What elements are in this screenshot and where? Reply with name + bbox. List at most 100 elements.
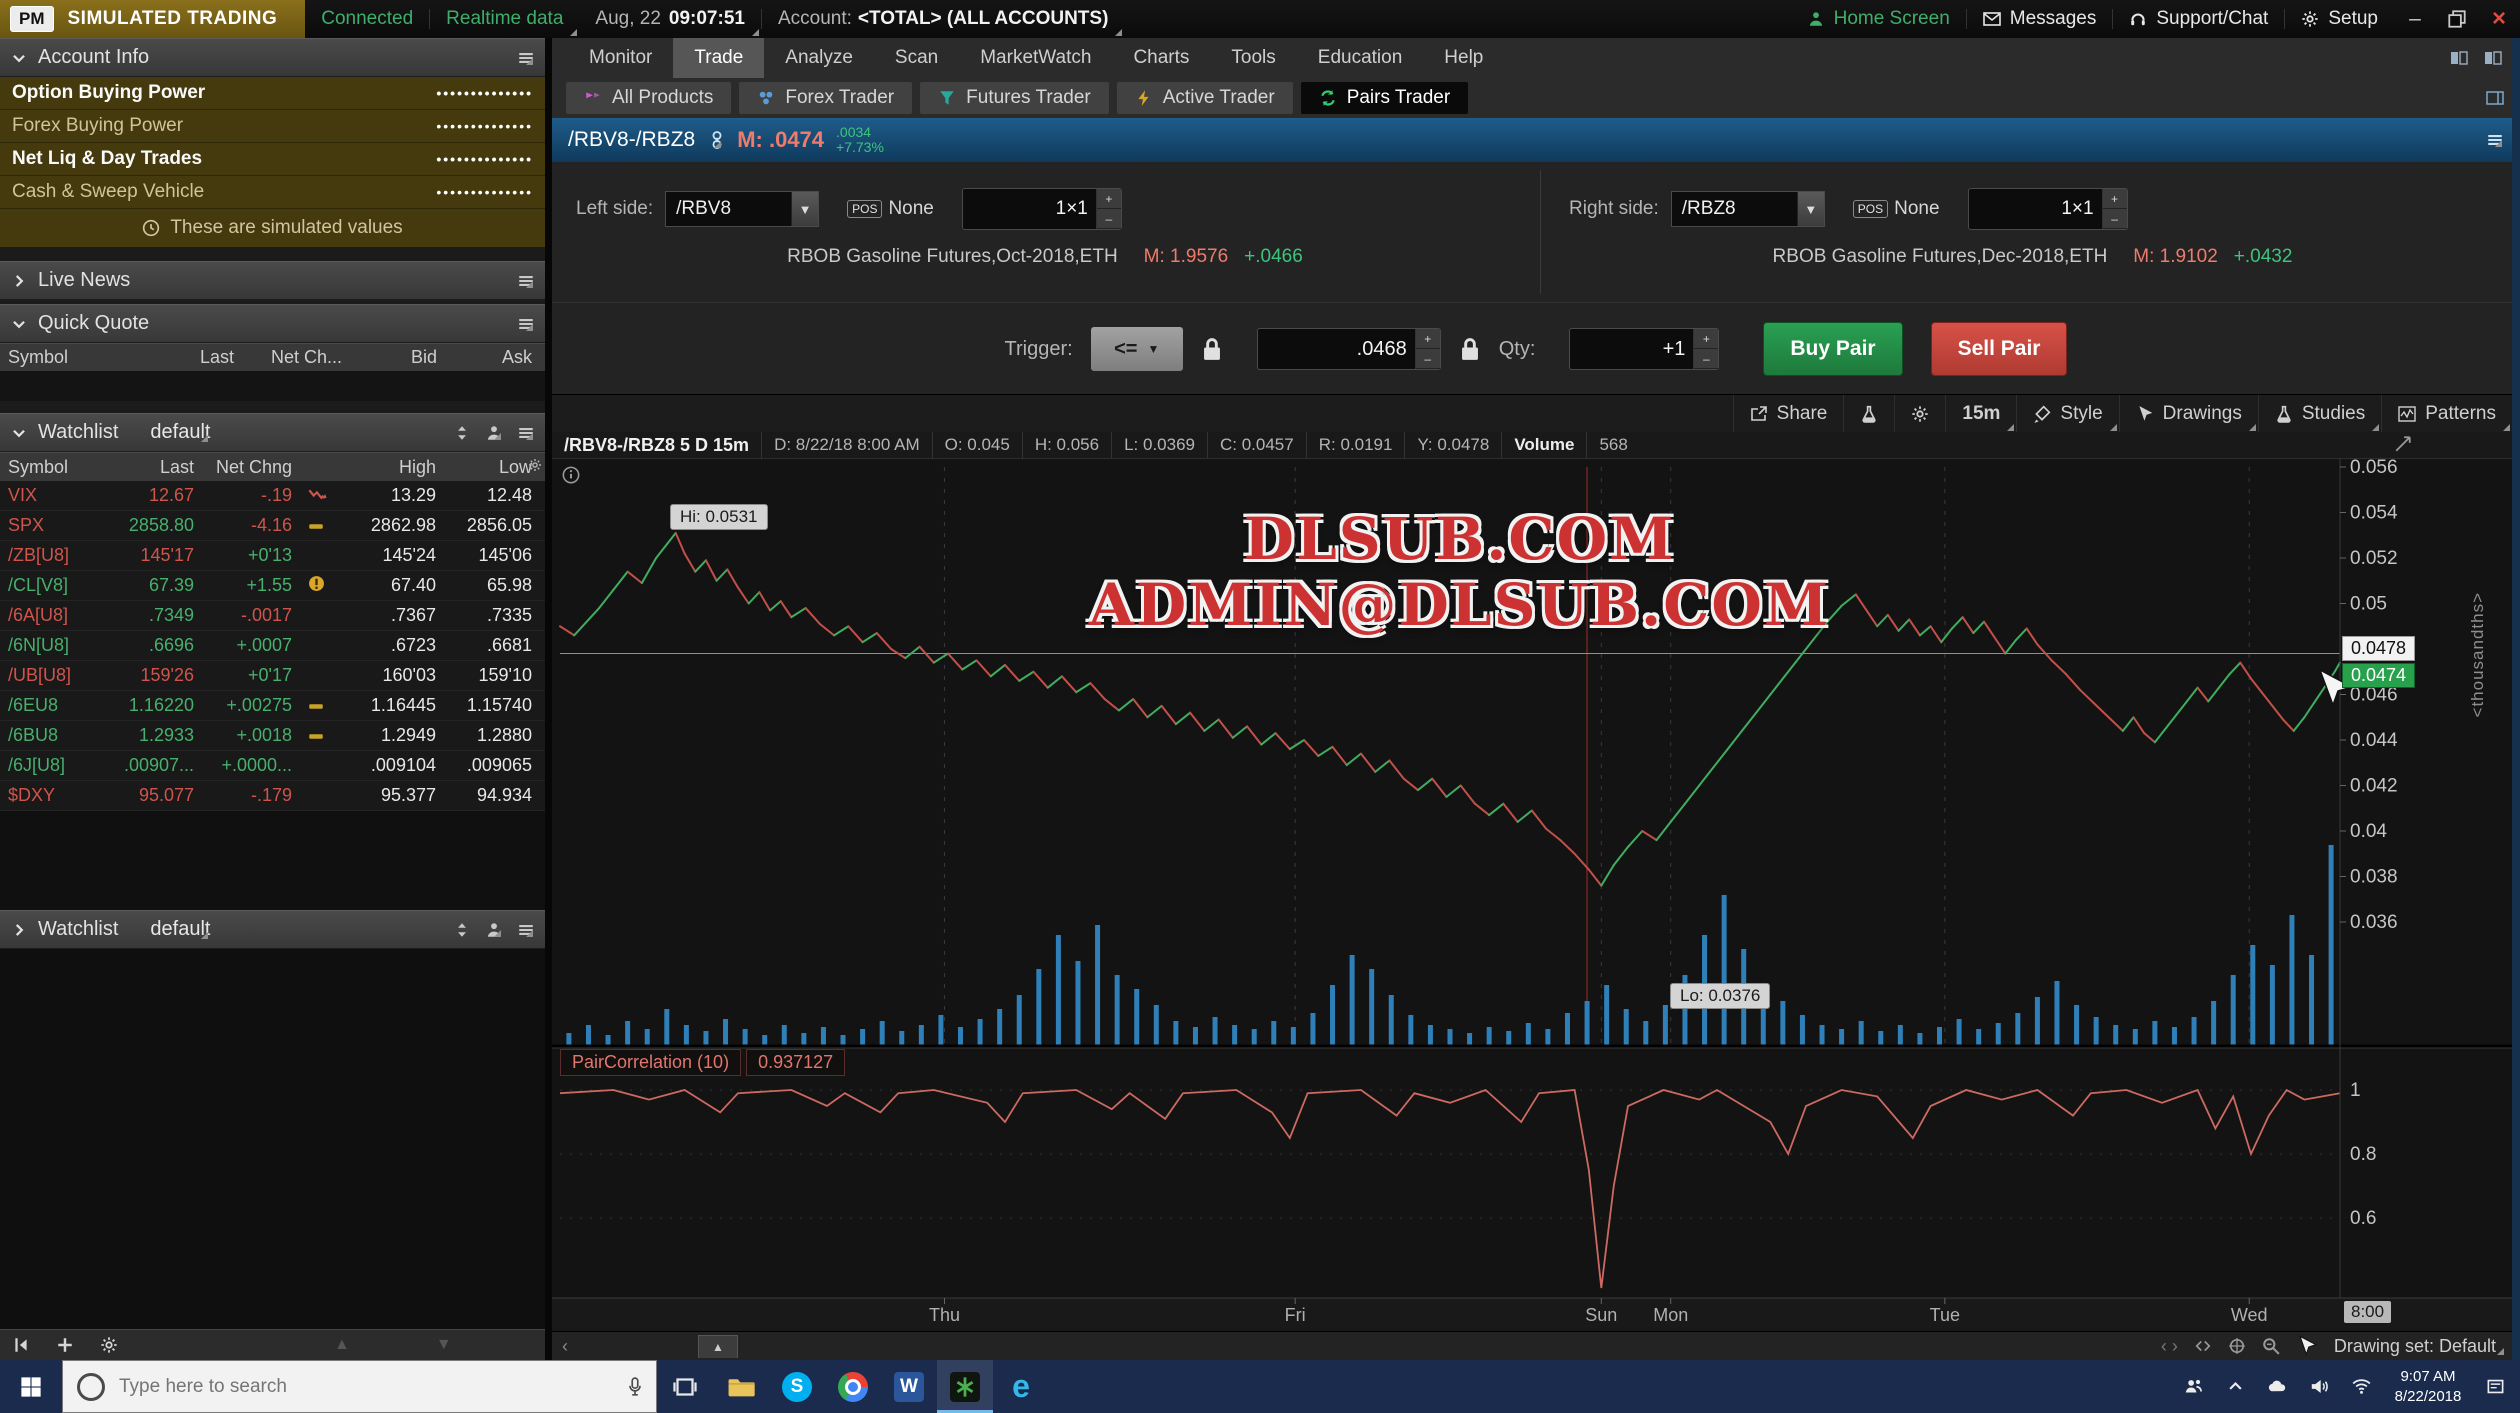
- watchlist2-header[interactable]: Watchlist default: [0, 910, 545, 949]
- watchlist-row-6eu8[interactable]: /6EU81.16220+.002751.164451.15740: [0, 691, 545, 721]
- wifi-icon[interactable]: [2342, 1377, 2380, 1396]
- scroll-down-icon[interactable]: ▼: [436, 1336, 452, 1354]
- lock-icon[interactable]: [1201, 336, 1223, 362]
- zoom-out-icon[interactable]: [2262, 1337, 2280, 1355]
- menu-icon[interactable]: [517, 921, 535, 939]
- step-up-button[interactable]: +: [1416, 329, 1440, 349]
- column-header[interactable]: Net Chng: [202, 457, 300, 478]
- chart-panel[interactable]: /RBV8-/RBZ8 5 D 15m D: 8/22/18 8:00 AMO:…: [552, 432, 2520, 1332]
- watchlist-row-6j-u8[interactable]: /6J[U8].00907...+.0000....009104.009065: [0, 751, 545, 781]
- column-header[interactable]: Net Ch...: [242, 347, 350, 368]
- account-row-forex-buying-power[interactable]: Forex Buying Power••••••••••••••: [0, 110, 545, 143]
- step-up-button[interactable]: +: [2103, 189, 2127, 209]
- detach-chart-icon[interactable]: [2394, 435, 2412, 453]
- scroll-up-icon[interactable]: ▲: [334, 1336, 350, 1354]
- column-header[interactable]: Bid: [350, 347, 445, 368]
- taskbar-clock[interactable]: 9:07 AM8/22/2018: [2384, 1367, 2472, 1406]
- page-arrows[interactable]: ‹ ›: [2161, 1336, 2178, 1357]
- watchlist-name-dropdown[interactable]: default: [150, 421, 210, 444]
- study-legend[interactable]: PairCorrelation (10) 0.937127: [560, 1049, 845, 1076]
- account-row-cash-sweep-vehicle[interactable]: Cash & Sweep Vehicle••••••••••••••: [0, 176, 545, 209]
- column-header[interactable]: Ask: [445, 347, 540, 368]
- data-mode-dropdown[interactable]: Realtime data: [430, 0, 579, 38]
- task-view-button[interactable]: [657, 1360, 713, 1413]
- step-down-button[interactable]: –: [2103, 209, 2127, 229]
- scroll-left-icon[interactable]: ‹: [552, 1336, 578, 1357]
- expand-panel-tab[interactable]: ▲: [698, 1335, 738, 1358]
- notification-center-icon[interactable]: [2476, 1377, 2514, 1396]
- close-button[interactable]: ×: [2478, 0, 2520, 38]
- messages-button[interactable]: Messages: [1967, 0, 2113, 38]
- menu-icon[interactable]: [517, 49, 535, 67]
- chrome-icon[interactable]: [825, 1360, 881, 1413]
- cursor-tool-icon[interactable]: [2296, 1335, 2318, 1357]
- share-button[interactable]: Share: [1733, 395, 1844, 433]
- watchlist-row-dxy[interactable]: $DXY95.077-.17995.37794.934: [0, 781, 545, 811]
- subtab-active-trader[interactable]: Active Trader: [1117, 82, 1293, 114]
- trigger-price-input[interactable]: .0468+–: [1257, 328, 1441, 370]
- add-gadget-icon[interactable]: [56, 1336, 74, 1354]
- tab-education[interactable]: Education: [1297, 38, 1424, 78]
- left-ratio-input[interactable]: 1×1+–: [962, 188, 1122, 230]
- account-info-header[interactable]: Account Info: [0, 38, 545, 77]
- collapse-left-icon[interactable]: [12, 1336, 30, 1354]
- menu-icon[interactable]: [2486, 131, 2504, 149]
- step-down-button[interactable]: –: [1694, 349, 1718, 369]
- panel-layout-icon[interactable]: [2486, 89, 2504, 107]
- speaker-icon[interactable]: [2300, 1377, 2338, 1396]
- column-settings-gear-icon[interactable]: [528, 458, 542, 472]
- pair-symbol[interactable]: /RBV8-/RBZ8: [568, 128, 695, 152]
- skype-icon[interactable]: S: [769, 1360, 825, 1413]
- quick-quote-header[interactable]: Quick Quote: [0, 304, 545, 343]
- trigger-operator-dropdown[interactable]: <=▼: [1091, 327, 1183, 371]
- chart-settings-button[interactable]: [1894, 395, 1945, 433]
- tab-trade[interactable]: Trade: [673, 38, 764, 78]
- watchlist-row-ub-u8[interactable]: /UB[U8]159'26+0'17160'03159'10: [0, 661, 545, 691]
- step-down-button[interactable]: –: [1416, 349, 1440, 369]
- word-icon[interactable]: W: [881, 1360, 937, 1413]
- link-icon[interactable]: [711, 130, 723, 150]
- style-button[interactable]: Style: [2016, 395, 2118, 433]
- step-up-button[interactable]: +: [1097, 189, 1121, 209]
- support-chat-button[interactable]: Support/Chat: [2113, 0, 2284, 38]
- sort-icon[interactable]: [453, 921, 471, 939]
- tab-help[interactable]: Help: [1423, 38, 1504, 78]
- chevron-up-icon[interactable]: [2216, 1377, 2254, 1396]
- sort-icon[interactable]: [453, 424, 471, 442]
- restore-button[interactable]: [2436, 0, 2478, 38]
- quick-study-button[interactable]: [1843, 395, 1894, 433]
- menu-icon[interactable]: [517, 315, 535, 333]
- live-news-header[interactable]: Live News: [0, 261, 545, 300]
- tab-charts[interactable]: Charts: [1112, 38, 1210, 78]
- file-explorer-icon[interactable]: [713, 1360, 769, 1413]
- tab-marketwatch[interactable]: MarketWatch: [959, 38, 1112, 78]
- studies-button[interactable]: Studies: [2258, 395, 2381, 433]
- crosshair-icon[interactable]: [2228, 1337, 2246, 1355]
- thinkorswim-icon[interactable]: [937, 1360, 993, 1413]
- menu-icon[interactable]: [517, 272, 535, 290]
- step-down-button[interactable]: –: [1097, 209, 1121, 229]
- subtab-pairs-trader[interactable]: Pairs Trader: [1301, 82, 1468, 114]
- watchlist-row-zb-u8[interactable]: /ZB[U8]145'17+0'13145'24145'06: [0, 541, 545, 571]
- account-row-net-liq-day-trades[interactable]: Net Liq & Day Trades••••••••••••••: [0, 143, 545, 176]
- subtab-forex-trader[interactable]: Forex Trader: [739, 82, 912, 114]
- watchlist-row-6bu8[interactable]: /6BU81.2933+.00181.29491.2880: [0, 721, 545, 751]
- edge-icon[interactable]: e: [993, 1360, 1049, 1413]
- tab-tools[interactable]: Tools: [1210, 38, 1296, 78]
- microphone-icon[interactable]: [628, 1377, 642, 1397]
- subtab-all-products[interactable]: All Products: [566, 82, 731, 114]
- watchlist-name-dropdown[interactable]: default: [150, 918, 210, 941]
- watchlist-row-6a-u8[interactable]: /6A[U8].7349-.0017.7367.7335: [0, 601, 545, 631]
- layout-grid-icon[interactable]: [2484, 49, 2502, 67]
- column-header[interactable]: Symbol: [0, 457, 108, 478]
- qty-input[interactable]: +1+–: [1569, 328, 1719, 370]
- people-icon[interactable]: [2174, 1377, 2212, 1396]
- minimize-button[interactable]: –: [2394, 0, 2436, 38]
- drawing-set-dropdown[interactable]: Drawing set: Default: [2334, 1336, 2506, 1357]
- pan-arrows-icon[interactable]: [2194, 1337, 2212, 1355]
- interval-button[interactable]: 15m: [1945, 395, 2016, 433]
- column-header[interactable]: Symbol: [0, 347, 150, 368]
- drawings-button[interactable]: Drawings: [2119, 395, 2258, 433]
- tab-analyze[interactable]: Analyze: [764, 38, 874, 78]
- setup-button[interactable]: Setup: [2285, 0, 2394, 38]
